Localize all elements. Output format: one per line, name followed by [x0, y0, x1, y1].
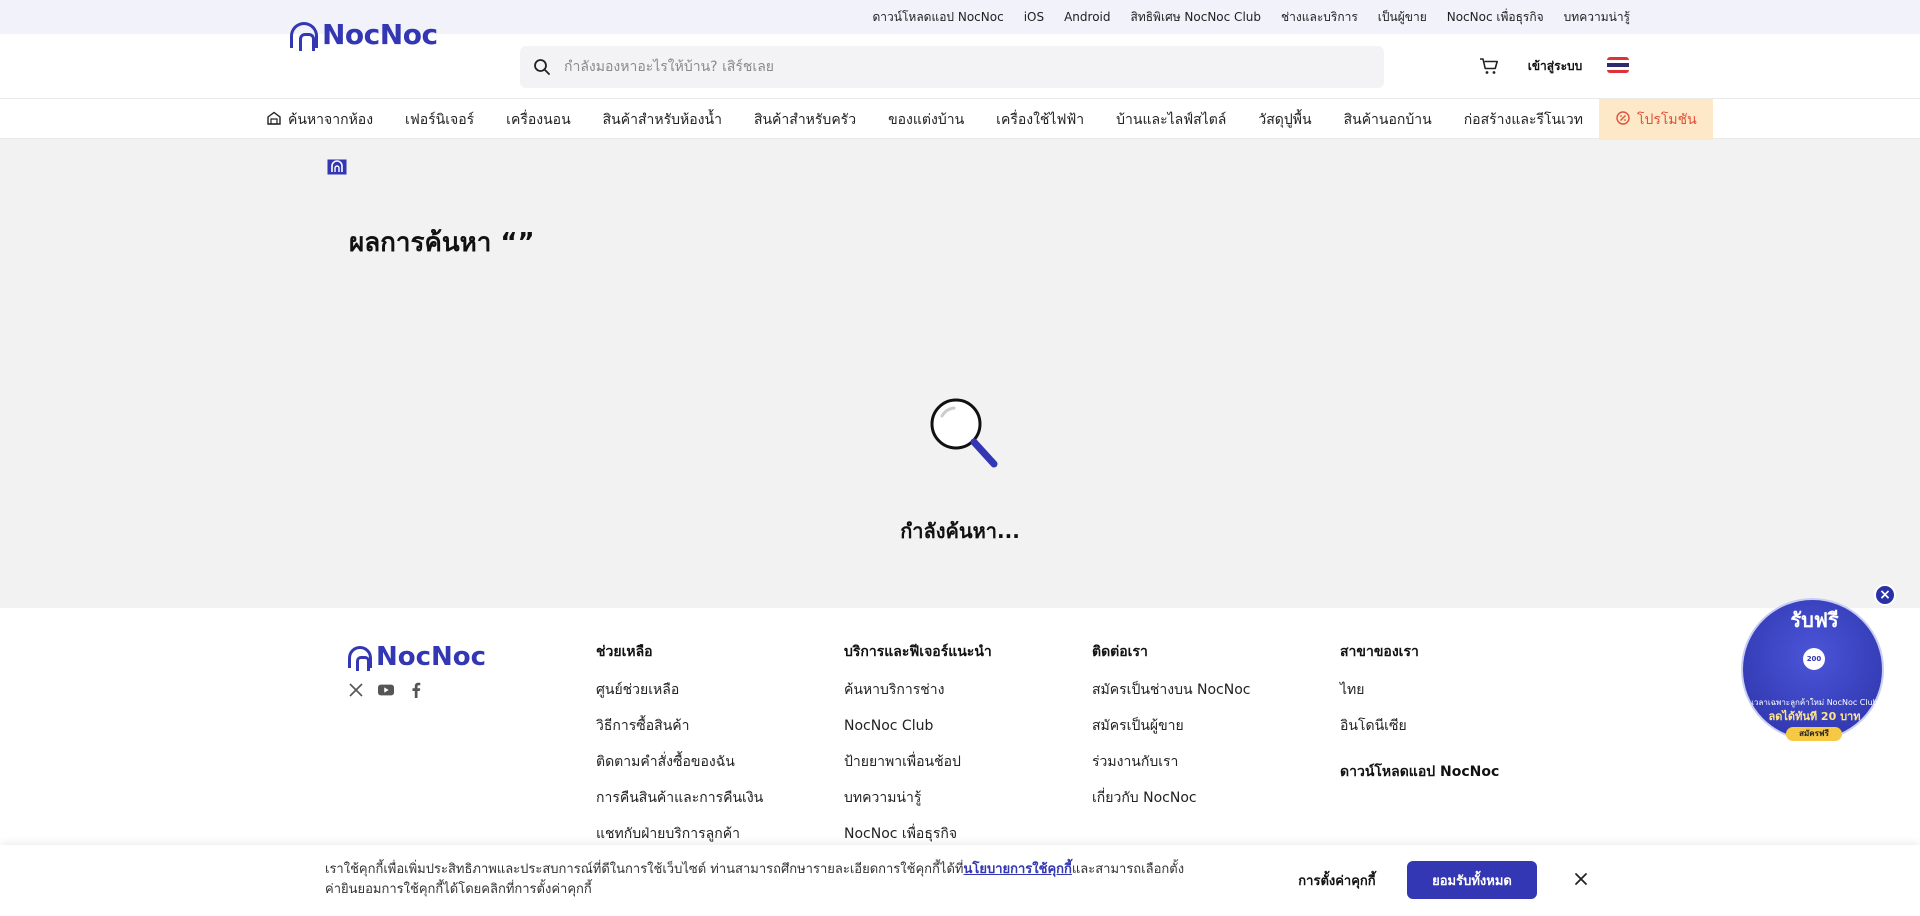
facebook-icon[interactable] [408, 682, 424, 698]
footer-link[interactable]: เกี่ยวกับ NocNoc [1092, 789, 1250, 825]
close-icon[interactable] [1565, 863, 1597, 895]
logo-text: NocNoc [322, 18, 438, 51]
home-icon[interactable] [327, 159, 347, 175]
promo-close-icon[interactable]: × [1874, 584, 1896, 606]
footer-column-title: ช่วยเหลือ [596, 644, 653, 660]
footer-logo-text: NocNoc [376, 642, 487, 672]
articles-link[interactable]: บทความน่ารู้ [1564, 8, 1630, 27]
nav-item-appliances[interactable]: เครื่องใช้ไฟฟ้า [980, 99, 1100, 140]
footer-logo[interactable]: NocNoc [348, 642, 486, 672]
youtube-icon[interactable] [378, 682, 394, 698]
nav-item-flooring[interactable]: วัสดุปูพื้น [1242, 99, 1327, 140]
logo-mark-icon [348, 646, 372, 671]
room-icon [266, 110, 282, 130]
cookie-policy-link[interactable]: นโยบายการใช้คุกกี้ [963, 862, 1071, 877]
nav-item-construction[interactable]: ก่อสร้างและรีโนเวท [1448, 99, 1599, 140]
cookie-settings-button[interactable]: การตั้งค่าคุกกี้ [1277, 860, 1397, 900]
footer-link[interactable]: ไทย [1340, 681, 1499, 717]
login-button[interactable]: เข้าสู่ระบบ [1516, 49, 1594, 83]
nav-item-outdoor[interactable]: สินค้านอกบ้าน [1328, 99, 1448, 140]
ios-link[interactable]: iOS [1024, 10, 1044, 24]
footer-link[interactable]: สมัครเป็นช่างบน NocNoc [1092, 681, 1250, 717]
nocnoc-club-link[interactable]: สิทธิพิเศษ NocNoc Club [1131, 8, 1262, 27]
footer-column-title: บริการและฟีเจอร์แนะนำ [844, 644, 992, 660]
cookie-message: เราใช้คุกกี้เพื่อเพิ่มประสิทธิภาพและประส… [325, 860, 1185, 900]
page-title: ผลการค้นหา “” [349, 228, 535, 258]
nav-item-decor[interactable]: ของแต่งบ้าน [872, 99, 980, 140]
footer-link[interactable]: สมัครเป็นผู้ขาย [1092, 717, 1250, 753]
footer-link[interactable]: ร่วมงานกับเรา [1092, 753, 1250, 789]
footer-column-title: สาขาของเรา [1340, 644, 1419, 660]
footer-link[interactable]: ค้นหาบริการช่าง [844, 681, 992, 717]
android-link[interactable]: Android [1064, 10, 1110, 24]
become-seller-link[interactable]: เป็นผู้ขาย [1378, 8, 1427, 27]
x-twitter-icon[interactable] [348, 682, 364, 698]
footer-link[interactable]: ศูนย์ช่วยเหลือ [596, 681, 763, 717]
cookie-banner: เราใช้คุกกี้เพื่อเพิ่มประสิทธิภาพและประส… [0, 845, 1920, 916]
promo-coin: 200 [1803, 648, 1825, 670]
nav-item-label: โปรโมชัน [1636, 111, 1697, 128]
nav-item-kitchen[interactable]: สินค้าสำหรับครัว [738, 99, 872, 140]
magnifier-illustration-icon [924, 394, 1004, 474]
nav-item-rooms[interactable]: ค้นหาจากห้อง [250, 99, 389, 140]
footer-link[interactable]: ติดตามคำสั่งซื้อของฉัน [596, 753, 763, 789]
cookie-text-before: เราใช้คุกกี้เพื่อเพิ่มประสิทธิภาพและประส… [325, 862, 964, 877]
nav-item-bedding[interactable]: เครื่องนอน [490, 99, 586, 140]
promo-headline: รับฟรี [1790, 608, 1839, 632]
footer-link[interactable]: ป้ายยาพาเพื่อนช้อป [844, 753, 992, 789]
nav-item-lifestyle[interactable]: บ้านและไลฟ์สไตล์ [1100, 99, 1242, 140]
cart-icon[interactable] [1478, 55, 1500, 77]
promo-line2: ลดได้ทันที 20 บาท [1768, 710, 1861, 723]
footer-link[interactable]: NocNoc Club [844, 717, 992, 753]
footer-column-title: ติดต่อเรา [1092, 644, 1148, 660]
footer-link[interactable]: อินโดนีเซีย [1340, 717, 1499, 753]
footer-column-contact: ติดต่อเรา สมัครเป็นช่างบน NocNoc สมัครเป… [1092, 641, 1250, 825]
footer-link[interactable]: บทความน่ารู้ [844, 789, 992, 825]
footer-download-title: ดาวน์โหลดแอป NocNoc [1340, 764, 1500, 780]
business-link[interactable]: NocNoc เพื่อธุรกิจ [1447, 8, 1544, 27]
promo-icon [1615, 110, 1631, 130]
top-bar: ดาวน์โหลดแอป NocNoc iOS Android สิทธิพิเ… [0, 0, 1920, 34]
nav-item-bathroom[interactable]: สินค้าสำหรับห้องน้ำ [587, 99, 738, 140]
footer-link[interactable]: วิธีการซื้อสินค้า [596, 717, 763, 753]
promo-signup-button[interactable]: สมัครฟรี [1786, 727, 1842, 741]
logo[interactable]: NocNoc [290, 18, 438, 51]
footer-column-branches: สาขาของเรา ไทย อินโดนีเซีย ดาวน์โหลดแอป … [1340, 641, 1499, 801]
search-input[interactable] [564, 46, 1384, 88]
nav-item-furniture[interactable]: เฟอร์นิเจอร์ [389, 99, 490, 140]
searching-status: กำลังค้นหา... [900, 519, 1020, 543]
logo-mark-icon [290, 21, 318, 51]
search-icon[interactable] [520, 58, 564, 76]
search-bar [520, 46, 1384, 88]
nav-item-label: ค้นหาจากห้อง [288, 111, 374, 128]
category-nav: ค้นหาจากห้อง เฟอร์นิเจอร์ เครื่องนอน สิน… [0, 98, 1920, 140]
thai-flag-icon[interactable] [1607, 57, 1629, 73]
footer-column-services: บริการและฟีเจอร์แนะนำ ค้นหาบริการช่าง No… [844, 641, 992, 861]
footer-column-help: ช่วยเหลือ ศูนย์ช่วยเหลือ วิธีการซื้อสินค… [596, 641, 763, 861]
cookie-accept-all-button[interactable]: ยอมรับทั้งหมด [1407, 861, 1537, 899]
footer-link[interactable]: การคืนสินค้าและการคืนเงิน [596, 789, 763, 825]
download-app-label: ดาวน์โหลดแอป NocNoc [872, 9, 1004, 24]
services-link[interactable]: ช่างและบริการ [1281, 8, 1358, 27]
social-links [348, 682, 424, 698]
promo-bubble[interactable]: รับฟรี 200 เวลาเฉพาะลูกค้าใหม่ NocNoc Cl… [1741, 598, 1884, 741]
nav-item-promotion[interactable]: โปรโมชัน [1598, 99, 1713, 140]
